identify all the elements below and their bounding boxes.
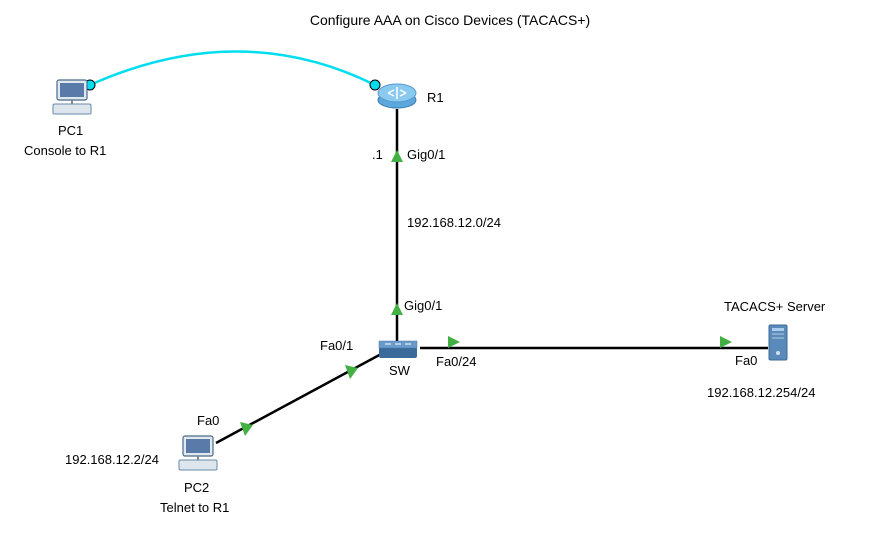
tacacs-ip-label: 192.168.12.254/24 bbox=[707, 385, 815, 400]
pc1-subtitle: Console to R1 bbox=[24, 143, 106, 158]
device-pc1 bbox=[51, 76, 93, 121]
pc2-label: PC2 bbox=[184, 480, 209, 495]
device-sw bbox=[377, 339, 419, 364]
sw-fa024-label: Fa0/24 bbox=[436, 354, 476, 369]
device-pc2 bbox=[177, 432, 219, 477]
pc1-label: PC1 bbox=[58, 123, 83, 138]
device-r1 bbox=[376, 82, 418, 113]
device-tacacs bbox=[766, 323, 792, 366]
r1-label: R1 bbox=[427, 90, 444, 105]
r1-ip-label: .1 bbox=[372, 147, 383, 162]
sw-label: SW bbox=[389, 363, 410, 378]
tacacs-label: TACACS+ Server bbox=[724, 299, 825, 314]
tacacs-fa0-label: Fa0 bbox=[735, 353, 757, 368]
sw-fa01-label: Fa0/1 bbox=[320, 338, 353, 353]
diagram-title: Configure AAA on Cisco Devices (TACACS+) bbox=[280, 12, 620, 28]
pc2-fa0-label: Fa0 bbox=[197, 413, 219, 428]
r1-gig01-label: Gig0/1 bbox=[407, 147, 445, 162]
network-label: 192.168.12.0/24 bbox=[407, 215, 501, 230]
topology-lines bbox=[0, 0, 892, 553]
sw-gig01-label: Gig0/1 bbox=[404, 298, 442, 313]
pc2-subtitle: Telnet to R1 bbox=[160, 500, 229, 515]
pc2-ip-label: 192.168.12.2/24 bbox=[65, 452, 159, 467]
